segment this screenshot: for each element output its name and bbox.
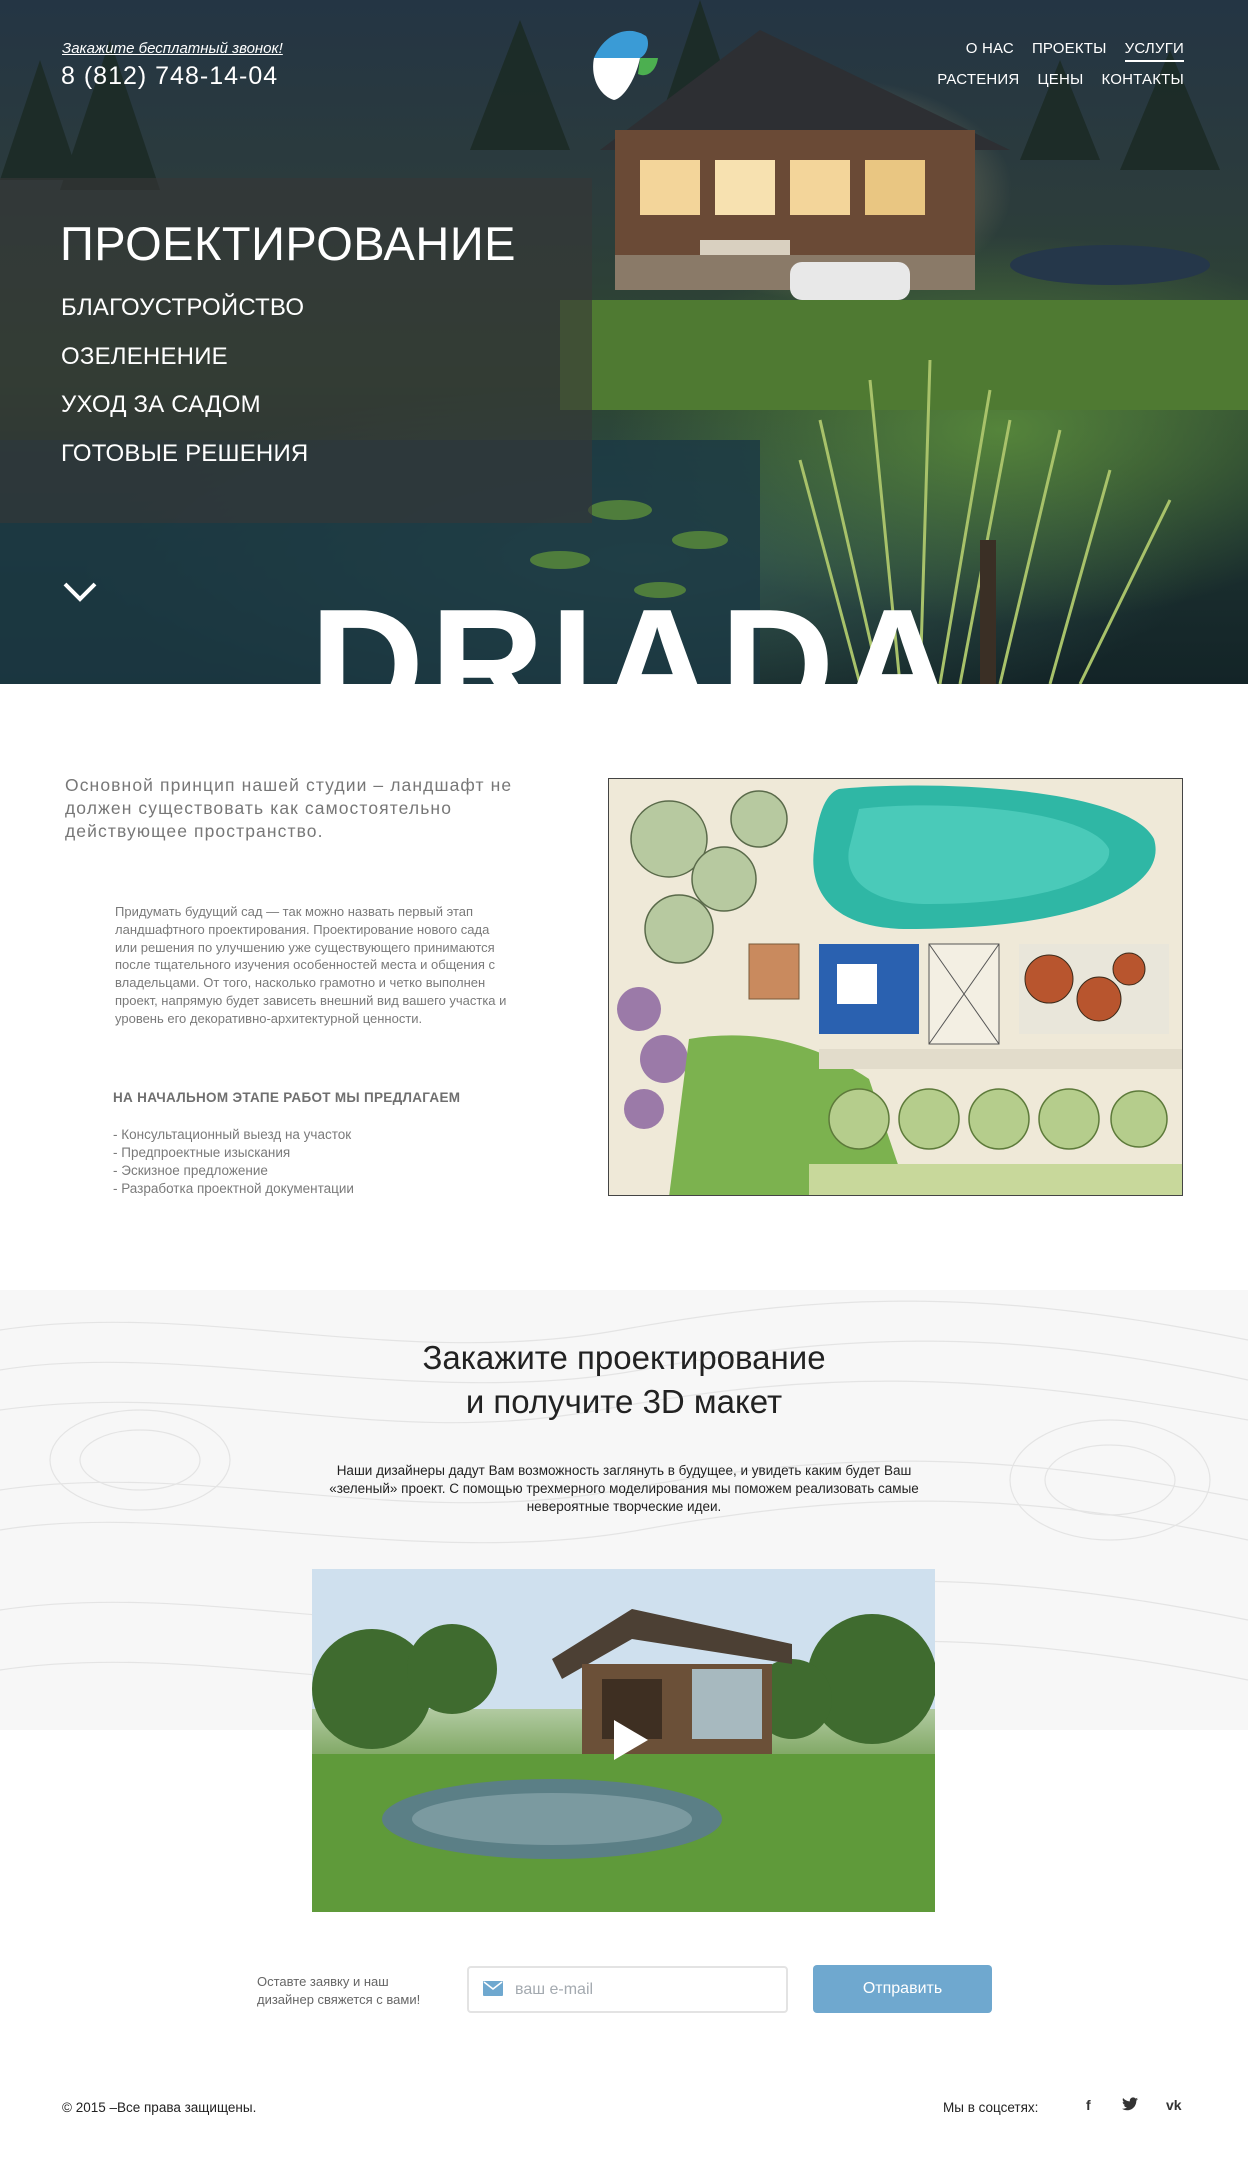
mail-icon [483,1981,503,1996]
offer-item: Эскизное предложение [113,1162,354,1180]
email-field[interactable] [467,1966,788,2013]
cta-description: Наши дизайнеры дадут Вам возможность заг… [329,1463,919,1514]
submit-button[interactable]: Отправить [813,1965,992,2013]
garden-plan-image [608,778,1183,1196]
offer-list: Консультационный выезд на участок Предпр… [113,1126,354,1198]
cta-title-line1: Закажите проектирование [422,1339,826,1376]
form-note: Оставте заявку и наш дизайнер свяжется с… [257,1974,421,2007]
offer-item: Консультационный выезд на участок [113,1126,354,1144]
offer-title: НА НАЧАЛЬНОМ ЭТАПЕ РАБОТ МЫ ПРЕДЛАГАЕМ [113,1090,461,1105]
social-label: Мы в соцсетях: [943,2100,1039,2115]
copyright-text: © 2015 –Все права защищены. [62,2100,257,2115]
facebook-icon[interactable]: f [1086,2097,1091,2113]
twitter-icon[interactable] [1122,2097,1138,2114]
email-input[interactable] [515,1968,780,2011]
offer-item: Разработка проектной документации [113,1180,354,1198]
cta-title-line2: и получите 3D макет [465,1383,783,1420]
vk-icon[interactable]: vk [1166,2097,1182,2113]
intro-body-text: Придумать будущий сад — так можно назват… [115,904,507,1026]
play-icon[interactable] [612,1718,650,1762]
intro-lead-text: Основной принцип нашей студии – ландшафт… [65,775,513,841]
brand-wordmark: DRIADA [310,577,961,684]
brand-clip: DRIADA [0,0,1248,684]
offer-item: Предпроектные изыскания [113,1144,354,1162]
cta-title: Закажите проектирование и получите 3D ма… [0,1336,1248,1424]
